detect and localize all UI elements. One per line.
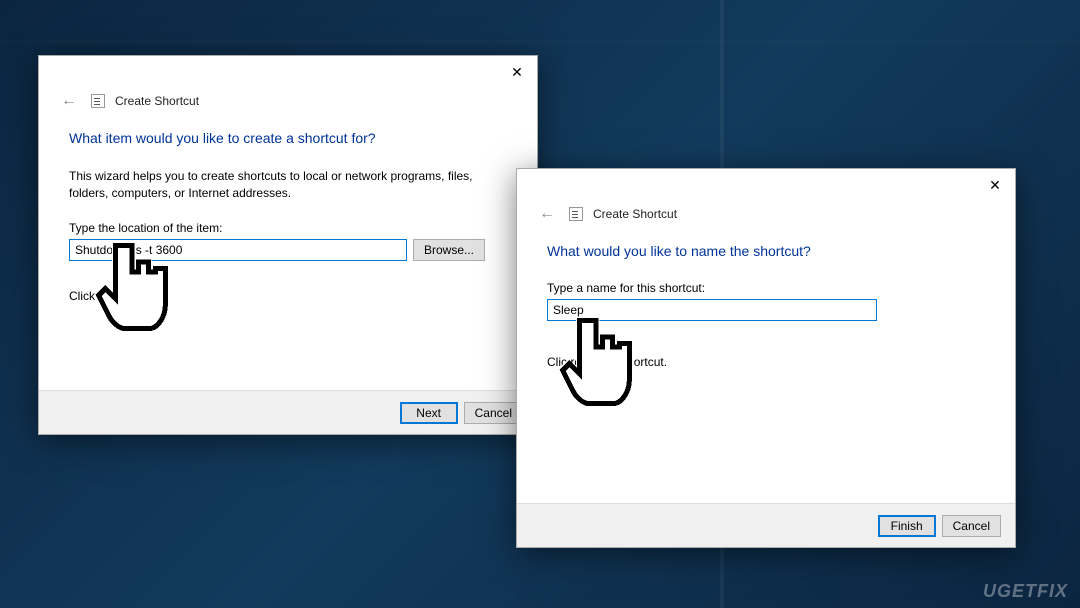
create-shortcut-dialog-location: ✕ ← Create Shortcut What item would you … (38, 55, 538, 435)
dialog-header: ← Create Shortcut (39, 88, 537, 114)
wizard-icon (569, 207, 583, 221)
wizard-description: This wizard helps you to create shortcut… (69, 168, 499, 203)
helper-text: Clic reate the shortcut. (547, 355, 985, 369)
name-input[interactable] (547, 299, 877, 321)
wizard-icon (91, 94, 105, 108)
finish-button[interactable]: Finish (878, 515, 936, 537)
dialog-footer: Next Cancel (39, 390, 537, 434)
dialog-title: Create Shortcut (593, 207, 677, 221)
location-label: Type the location of the item: (69, 221, 507, 235)
dialog-header: ← Create Shortcut (517, 201, 1015, 227)
back-arrow-icon[interactable]: ← (57, 90, 81, 112)
name-label: Type a name for this shortcut: (547, 281, 985, 295)
helper-text: Click Ne ue. (69, 289, 507, 303)
close-icon[interactable]: ✕ (497, 56, 537, 88)
next-button[interactable]: Next (400, 402, 458, 424)
titlebar: ✕ (517, 169, 1015, 201)
wizard-heading: What item would you like to create a sho… (69, 130, 507, 146)
browse-button[interactable]: Browse... (413, 239, 485, 261)
watermark: UGETFIX (983, 581, 1068, 602)
location-input[interactable] (69, 239, 407, 261)
desktop-divider-h (0, 40, 1080, 44)
dialog-content: What item would you like to create a sho… (39, 114, 537, 390)
titlebar: ✕ (39, 56, 537, 88)
dialog-footer: Finish Cancel (517, 503, 1015, 547)
cancel-button[interactable]: Cancel (942, 515, 1001, 537)
close-icon[interactable]: ✕ (975, 169, 1015, 201)
create-shortcut-dialog-name: ✕ ← Create Shortcut What would you like … (516, 168, 1016, 548)
dialog-content: What would you like to name the shortcut… (517, 227, 1015, 503)
cancel-button[interactable]: Cancel (464, 402, 523, 424)
location-row: Browse... (69, 239, 507, 261)
back-arrow-icon[interactable]: ← (535, 203, 559, 225)
dialog-title: Create Shortcut (115, 94, 199, 108)
wizard-heading: What would you like to name the shortcut… (547, 243, 985, 259)
